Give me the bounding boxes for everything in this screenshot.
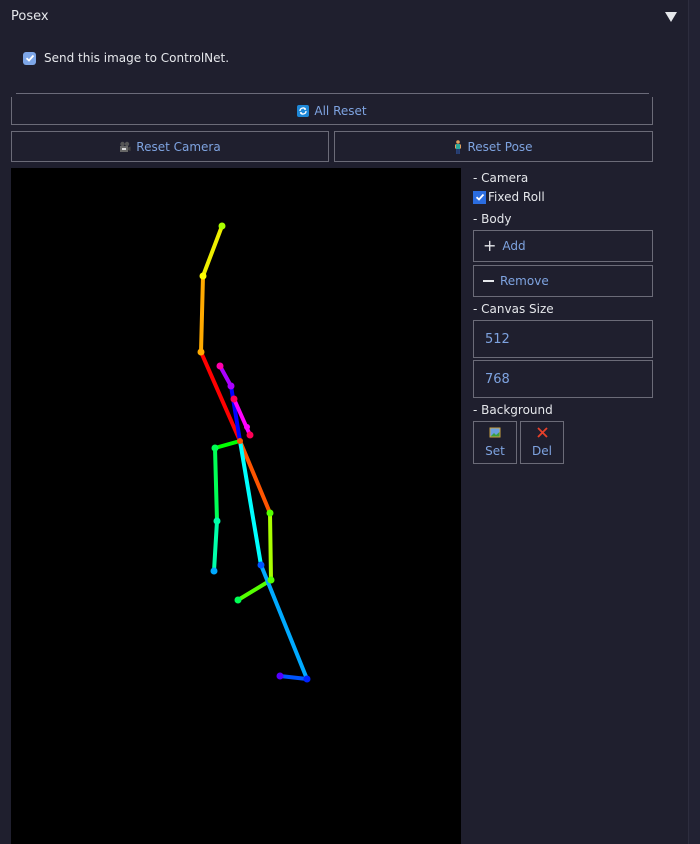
pose-skeleton (197, 222, 311, 683)
joint[interactable] (246, 431, 254, 439)
add-body-label: Add (502, 239, 526, 253)
camera-heading: - Camera (473, 171, 529, 185)
collapse-triangle-icon[interactable] (665, 12, 677, 22)
canvas-size-heading: - Canvas Size (473, 302, 554, 316)
limb-blue-foot (278, 674, 309, 681)
fixed-roll-label: Fixed Roll (488, 190, 545, 204)
reset-pose-button[interactable]: Reset Pose (334, 131, 653, 162)
joint[interactable] (244, 424, 250, 430)
joint[interactable] (197, 348, 205, 356)
joint[interactable] (276, 672, 284, 680)
fixed-roll-row: Fixed Roll (473, 190, 545, 204)
reset-camera-button[interactable]: Reset Camera (11, 131, 329, 162)
reset-camera-label: Reset Camera (136, 139, 221, 154)
add-body-button[interactable]: + Add (473, 230, 653, 262)
refresh-icon (297, 104, 310, 117)
reset-pose-label: Reset Pose (467, 139, 533, 154)
close-x-icon (536, 427, 548, 441)
divider (16, 93, 649, 94)
minus-icon (483, 280, 494, 282)
image-icon (489, 427, 501, 441)
canvas-width-input[interactable]: 512 (473, 320, 653, 358)
joint[interactable] (211, 444, 219, 452)
all-reset-button[interactable]: All Reset (11, 97, 653, 125)
limb-neck-green (213, 439, 242, 450)
limb-forearm-top (199, 274, 205, 354)
send-to-controlnet-label: Send this image to ControlNet. (44, 51, 230, 65)
delete-background-button[interactable]: Del (520, 421, 564, 464)
canvas-height-input[interactable]: 768 (473, 360, 653, 398)
send-to-controlnet-row: Send this image to ControlNet. (23, 51, 229, 65)
background-heading: - Background (473, 403, 553, 417)
delete-background-label: Del (532, 444, 552, 458)
limb-green-lower (236, 578, 273, 602)
joint[interactable] (257, 561, 265, 569)
limb-cyan (238, 439, 263, 567)
limb-right-yellowgreen (268, 511, 273, 582)
joint[interactable] (237, 438, 243, 444)
person-icon (454, 139, 462, 154)
limb-left-shin (212, 519, 219, 573)
fixed-roll-checkbox[interactable] (473, 190, 486, 204)
set-background-label: Set (485, 444, 505, 458)
joint[interactable] (218, 222, 226, 230)
remove-body-label: Remove (500, 274, 549, 288)
joint[interactable] (210, 567, 218, 575)
body-heading: - Body (473, 212, 512, 226)
send-to-controlnet-checkbox[interactable] (23, 51, 36, 65)
set-background-button[interactable]: Set (473, 421, 517, 464)
remove-body-button[interactable]: Remove (473, 265, 653, 297)
joint[interactable] (199, 272, 207, 280)
plus-icon: + (483, 236, 497, 255)
panel-title: Posex (11, 9, 49, 24)
joint[interactable] (267, 576, 275, 584)
joint[interactable] (216, 362, 224, 370)
all-reset-label: All Reset (314, 103, 367, 118)
limb-upper-arm-top (201, 224, 224, 278)
camera-icon (119, 141, 131, 153)
check-icon (25, 54, 34, 62)
check-icon (475, 193, 484, 201)
limb-left-thigh (213, 446, 219, 523)
posex-panel: Posex Send this image to ControlNet. All… (0, 0, 689, 844)
joint[interactable] (303, 675, 311, 683)
joint[interactable] (213, 517, 221, 525)
pose-canvas[interactable] (11, 168, 461, 844)
joint[interactable] (227, 382, 235, 390)
scrollbar-track[interactable] (688, 0, 700, 844)
joint[interactable] (230, 395, 238, 403)
joint[interactable] (266, 509, 274, 517)
joint[interactable] (234, 596, 242, 604)
limb-lightblue (259, 563, 309, 681)
